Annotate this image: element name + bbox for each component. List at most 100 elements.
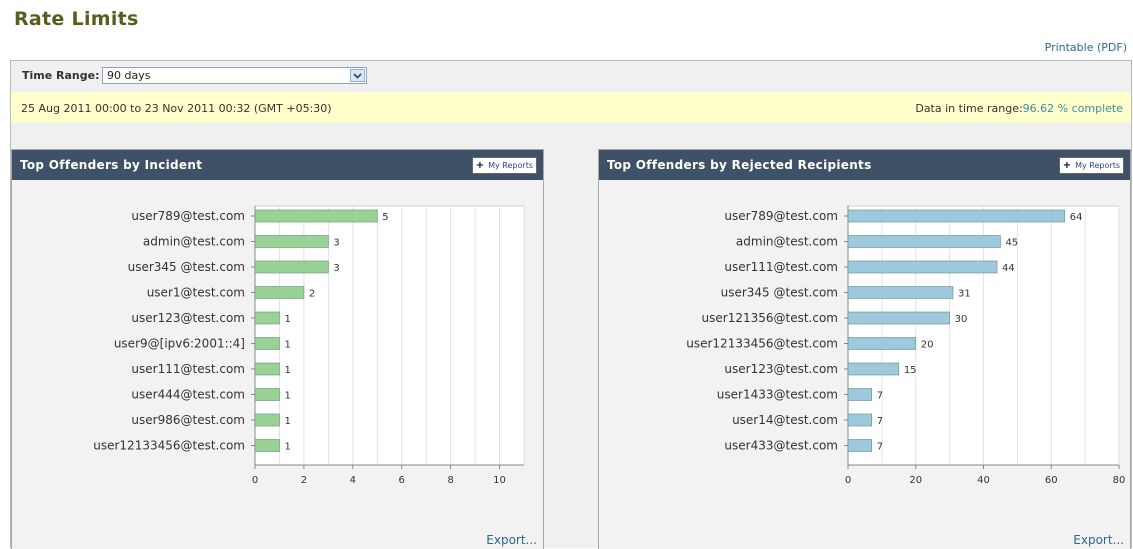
category-label: user12133456@test.com [93,439,245,453]
tick-label: 0 [845,475,851,486]
my-reports-label: My Reports [1075,161,1120,170]
category-label: user14@test.com [732,413,838,427]
data-label: 7 [877,442,883,453]
category-label: user111@test.com [724,260,838,274]
data-label: 3 [333,238,339,249]
plus-icon: + [475,160,485,171]
bar [847,362,900,376]
my-reports-button[interactable]: + My Reports [471,157,537,174]
data-label: 1 [284,442,290,453]
data-label: 30 [955,314,968,325]
category-label: user345 @test.com [128,260,245,274]
bar [254,209,378,223]
bar [847,413,873,427]
time-range-select[interactable]: 90 days [102,67,367,84]
bar [847,439,873,452]
bar [847,388,873,401]
bar [847,209,1066,223]
data-label: 3 [333,263,339,274]
tick-label: 20 [909,475,922,486]
data-label: 44 [1002,263,1015,274]
page-title: Rate Limits [14,8,139,30]
my-reports-button[interactable]: + My Reports [1058,157,1124,174]
export-link[interactable]: Export... [1073,533,1124,547]
bar [254,286,305,299]
category-label: user1@test.com [147,286,245,300]
time-range-label: Time Range: [22,69,100,82]
category-label: user345 @test.com [721,286,838,300]
chevron-down-icon[interactable] [350,69,365,82]
tick-label: 60 [1045,475,1058,486]
tick-label: 6 [399,475,405,486]
category-label: user986@test.com [131,413,245,427]
category-label: user121356@test.com [702,311,838,325]
data-label: 5 [382,212,388,223]
bar [847,235,1001,248]
tick-label: 8 [447,475,453,486]
data-label: 1 [284,416,290,427]
category-label: user789@test.com [724,209,838,223]
bar [254,235,329,248]
category-label: user1433@test.com [717,388,838,402]
category-label: user444@test.com [131,388,245,402]
printable-pdf-link[interactable]: Printable (PDF) [1045,41,1127,54]
data-label: 1 [284,314,290,325]
completeness-label: Data in time range: [915,102,1023,115]
completeness-value: 96.62 % complete [1022,102,1123,115]
bar [847,311,950,325]
panel-top-offenders-incident: Top Offenders by Incident + My Reports us… [11,149,544,549]
my-reports-label: My Reports [488,161,533,170]
export-link[interactable]: Export... [486,533,537,547]
category-label: user12133456@test.com [686,337,838,351]
panel-title: Top Offenders by Rejected Recipients [607,158,872,172]
bar [847,337,917,350]
time-range-bar: Time Range: 90 days [11,61,1131,92]
bar [847,286,954,299]
data-label: 1 [284,391,290,402]
category-label: admin@test.com [143,235,245,249]
bar [254,260,329,274]
tick-label: 40 [977,475,990,486]
data-label: 2 [309,289,315,300]
data-label: 15 [904,365,917,376]
bar [254,388,280,401]
data-completeness: Data in time range:96.62 % complete [915,102,1123,115]
panel-title: Top Offenders by Incident [20,158,203,172]
category-label: user433@test.com [724,439,838,453]
tick-label: 4 [350,475,356,486]
rejected-recipients-bar-chart: user789@test.com 64 admin@test.com 45 user11… [686,205,1126,486]
plus-icon: + [1062,160,1072,171]
data-label: 7 [877,391,883,402]
bar [254,362,280,376]
bar [847,260,998,274]
category-label: user789@test.com [131,209,245,223]
category-label: admin@test.com [736,235,838,249]
report-container: Time Range: 90 days 25 Aug 2011 00:00 to… [10,60,1132,549]
tick-label: 10 [493,475,506,486]
date-range-text: 25 Aug 2011 00:00 to 23 Nov 2011 00:32 (… [21,102,332,115]
date-range-bar: 25 Aug 2011 00:00 to 23 Nov 2011 00:32 (… [11,92,1131,123]
tick-label: 2 [301,475,307,486]
bar [254,413,280,427]
data-label: 1 [284,365,290,376]
incident-bar-chart: user789@test.com 5 admin@test.com 3 user345 … [93,205,525,486]
panel-header: Top Offenders by Rejected Recipients + My… [599,150,1130,180]
data-label: 7 [877,416,883,427]
data-label: 1 [284,340,290,351]
data-label: 64 [1070,212,1083,223]
category-label: user9@[ipv6:2001::4] [114,337,245,351]
tick-label: 0 [252,475,258,486]
panel-header: Top Offenders by Incident + My Reports [12,150,543,180]
panel-top-offenders-rejected: Top Offenders by Rejected Recipients + My… [598,149,1131,549]
bar [254,337,280,350]
tick-label: 80 [1113,475,1126,486]
category-label: user111@test.com [131,362,245,376]
data-label: 31 [958,289,971,300]
category-label: user123@test.com [724,362,838,376]
bar [254,311,280,325]
bar [254,439,280,452]
data-label: 20 [921,340,934,351]
category-label: user123@test.com [131,311,245,325]
data-label: 45 [1005,238,1018,249]
time-range-value: 90 days [107,69,151,82]
